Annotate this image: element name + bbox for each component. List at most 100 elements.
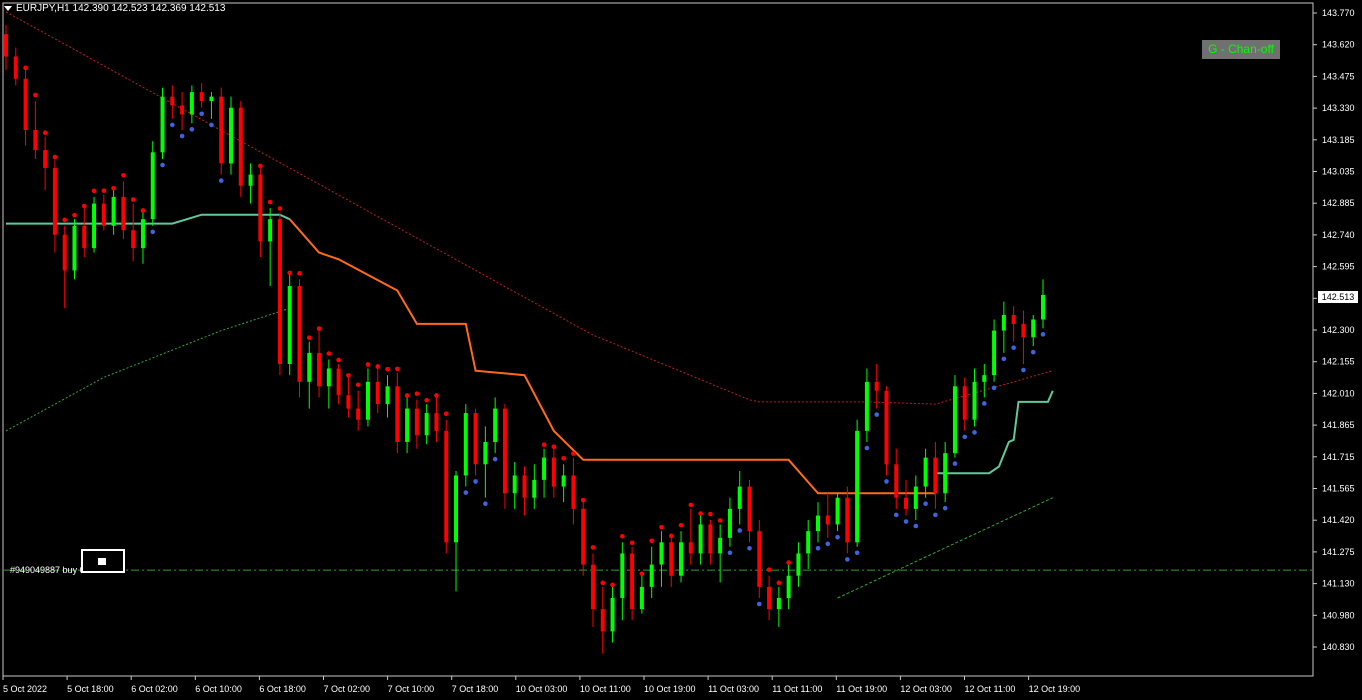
price-tick-label: 142.155 xyxy=(1322,357,1355,367)
candle-bull xyxy=(365,381,370,420)
price-tick-label: 141.130 xyxy=(1322,579,1355,589)
signal-dot-blue xyxy=(483,501,488,507)
candle-bear xyxy=(219,96,224,164)
price-tick-label: 141.715 xyxy=(1322,452,1355,462)
plot-frame xyxy=(2,2,1314,677)
signal-dot-blue xyxy=(952,461,958,466)
signal-step-line-teal-1 xyxy=(6,213,291,225)
candle-bear xyxy=(170,96,175,106)
signal-dot-red xyxy=(571,451,576,456)
candle-bear xyxy=(52,167,57,235)
price-tick-label: 141.865 xyxy=(1322,420,1355,430)
price-axis: 143.770 143.620 143.475 143.330 143.185 143.0… xyxy=(1313,8,1355,652)
candle-bull xyxy=(229,107,234,164)
candle-bear xyxy=(581,508,586,565)
price-tick-label: 141.420 xyxy=(1322,515,1355,525)
signal-dot-red xyxy=(434,393,439,398)
signal-dot-red xyxy=(786,560,791,565)
candle-bull xyxy=(620,553,625,599)
signal-dot-blue xyxy=(209,122,214,128)
candle-bull xyxy=(698,524,703,554)
candle-bear xyxy=(258,174,263,242)
signal-dot-red xyxy=(424,397,429,403)
signal-dot-blue xyxy=(864,445,870,451)
signal-dot-red xyxy=(62,217,67,223)
candle-bear xyxy=(336,368,341,396)
signal-dot-blue xyxy=(747,545,752,551)
price-tick-label: 140.830 xyxy=(1322,642,1355,652)
signal-dot-blue xyxy=(1030,349,1036,355)
signal-dot-red xyxy=(277,206,283,211)
candle-bull xyxy=(493,408,498,443)
ma-long-line xyxy=(5,11,1053,405)
time-tick-label: 11 Oct 03:00 xyxy=(708,684,759,694)
signal-dot-red xyxy=(130,197,136,202)
candle-bear xyxy=(590,564,595,610)
signal-dot-red xyxy=(81,203,87,209)
signal-dot-red xyxy=(610,582,615,588)
price-tick-label: 142.595 xyxy=(1322,262,1355,272)
signal-dot-red xyxy=(698,511,703,516)
signal-dot-blue xyxy=(962,434,968,440)
signal-dot-red xyxy=(385,366,390,372)
candle-bear xyxy=(375,381,380,405)
candle-bear xyxy=(962,386,967,420)
candle-bull xyxy=(248,174,253,186)
signal-dot-red xyxy=(404,393,410,398)
signal-dot-red xyxy=(551,444,557,449)
candle-bear xyxy=(199,92,204,102)
candle-bull xyxy=(532,479,537,498)
candle-bear xyxy=(571,475,576,509)
candle-bear xyxy=(23,78,28,131)
signal-dot-blue xyxy=(845,557,850,562)
candle-bear xyxy=(904,497,909,509)
candle-bull xyxy=(639,586,644,610)
signal-dot-red xyxy=(620,533,625,539)
signal-dot-blue xyxy=(854,550,860,556)
candle-bull xyxy=(150,152,155,220)
signal-dot-red xyxy=(355,382,361,388)
price-chart[interactable]: 143.770 143.620 143.475 143.330 143.185 143.0… xyxy=(0,0,1362,700)
candle-bear xyxy=(33,130,38,151)
price-tick-label: 143.330 xyxy=(1322,103,1355,113)
signal-dot-blue xyxy=(893,512,899,518)
signal-dot-blue xyxy=(942,505,948,511)
candle-bull xyxy=(287,286,292,365)
candle-bull xyxy=(268,219,273,242)
time-tick-label: 7 Oct 18:00 xyxy=(452,684,499,694)
candle-bull xyxy=(463,413,468,476)
candle-bull xyxy=(405,408,410,443)
time-tick-label: 5 Oct 2022 xyxy=(3,684,47,694)
time-axis: 5 Oct 2022 5 Oct 18:00 6 Oct 02:00 6 Oct 10… xyxy=(2,676,1080,694)
dropdown-triangle-icon[interactable] xyxy=(4,5,12,11)
candle-bull xyxy=(982,375,987,382)
candle-bull xyxy=(806,531,811,554)
candle-bull xyxy=(786,575,791,599)
candle-bull xyxy=(307,352,312,382)
signal-dot-red xyxy=(708,511,713,517)
candle-bear xyxy=(444,430,449,543)
candle-bull xyxy=(189,92,194,115)
candle-bear xyxy=(4,34,8,57)
time-tick-label: 5 Oct 18:00 xyxy=(67,684,114,694)
signal-dot-red xyxy=(717,518,723,523)
signal-dot-red xyxy=(101,188,107,193)
price-tick-label: 141.275 xyxy=(1322,547,1355,557)
signal-dot-blue xyxy=(903,519,909,524)
price-tick-label: 142.885 xyxy=(1322,198,1355,208)
ma-short-line-1 xyxy=(5,307,290,432)
ma-short-line-2 xyxy=(837,497,1053,599)
chan-indicator-badge[interactable]: G - Chan-off xyxy=(1202,40,1280,59)
candle-bull xyxy=(1031,319,1036,338)
signal-dot-red xyxy=(297,271,302,276)
signal-dot-blue xyxy=(756,601,762,607)
order-handle[interactable] xyxy=(81,549,125,573)
signal-dot-blue xyxy=(933,512,938,518)
candle-bear xyxy=(933,457,938,494)
candle-bull xyxy=(855,430,860,543)
candle-bull xyxy=(72,225,77,271)
candle-bear xyxy=(395,386,400,443)
signal-dot-red xyxy=(395,366,400,372)
price-tick-label: 142.300 xyxy=(1322,325,1355,335)
candle-bear xyxy=(238,107,243,186)
